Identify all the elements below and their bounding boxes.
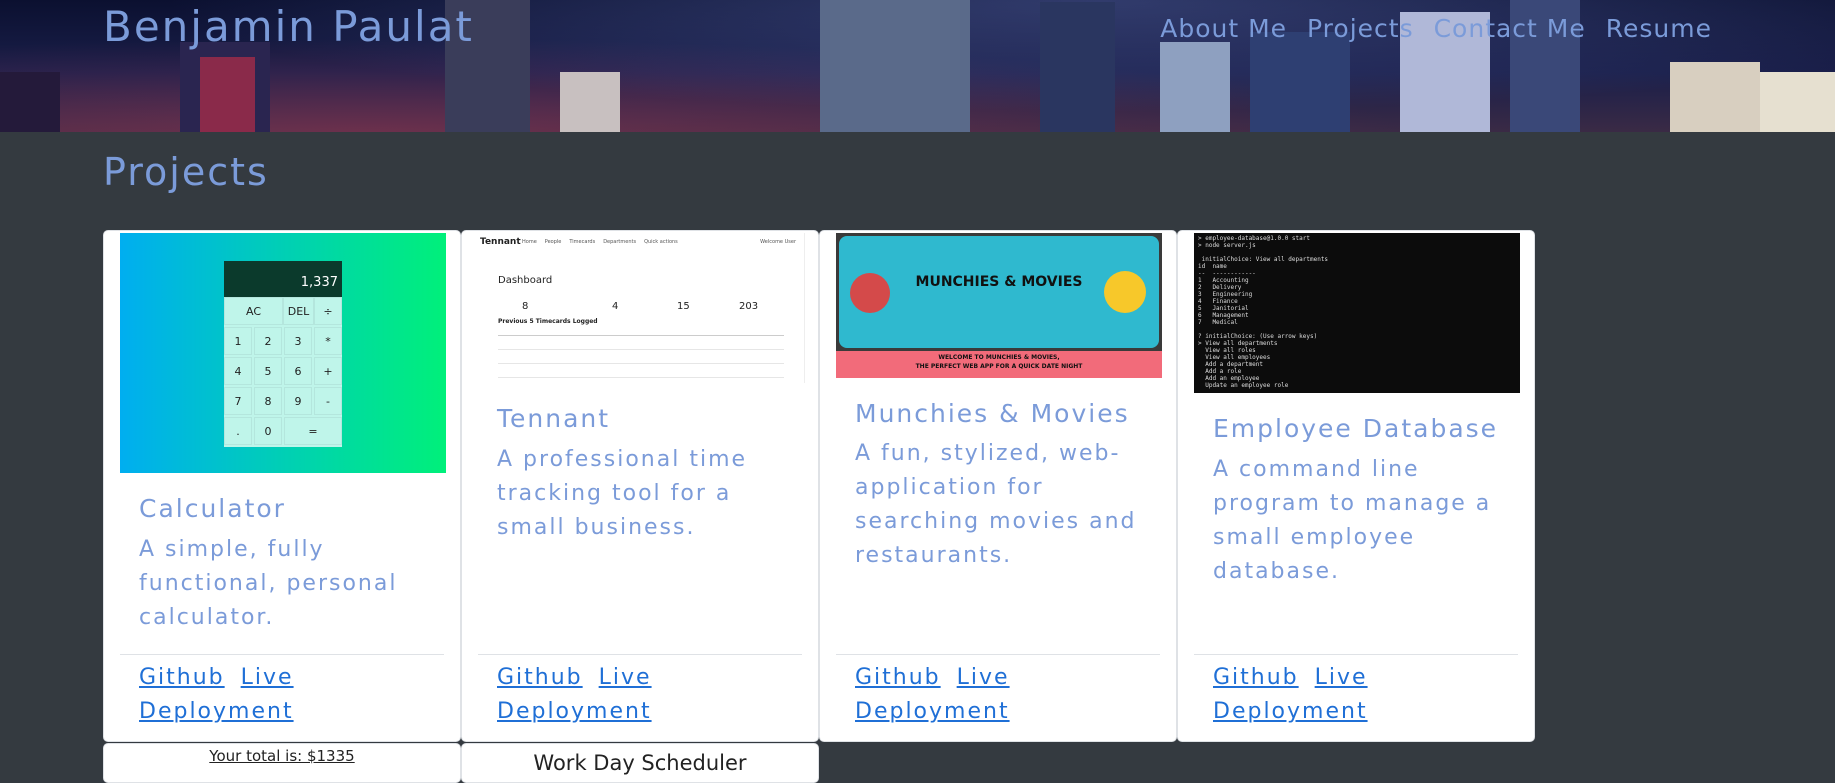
- card-links: Github Live Deployment: [139, 661, 429, 729]
- nav-about-me[interactable]: About Me: [1160, 14, 1287, 43]
- project-card-munchies-movies: MUNCHIES & MOVIES WELCOME TO MUNCHIES & …: [819, 230, 1177, 742]
- nav-contact-me[interactable]: Contact Me: [1434, 14, 1586, 43]
- nav-bar: About Me Projects Contact Me Resume: [1160, 14, 1712, 43]
- tennant-menu: Home People Timecards Departments Quick acti…: [522, 239, 678, 245]
- partial-card-text: Your total is: $1335: [209, 747, 355, 765]
- section-title: Projects: [103, 150, 269, 194]
- project-cards: 1,337 AC DEL ÷ 1 2 3 * 4 5 6 + 7 8 9 - .…: [103, 230, 1535, 742]
- card-divider: [836, 654, 1160, 655]
- card-divider: [478, 654, 802, 655]
- tennant-subheading: Previous 5 Timecards Logged: [498, 318, 598, 325]
- card-links: Github Live Deployment: [855, 661, 1145, 729]
- github-link[interactable]: Github: [1213, 665, 1299, 690]
- project-description: A fun, stylized, web-application for sea…: [855, 441, 1137, 568]
- tennant-brand: Tennant: [480, 237, 521, 247]
- card-divider: [120, 654, 444, 655]
- project-title: Tennant: [497, 404, 611, 433]
- smiley-icon: [1104, 271, 1146, 313]
- popcorn-icon: [850, 273, 890, 313]
- project-title: Employee Database: [1213, 414, 1499, 443]
- tennant-screenshot: Tennant Home People Timecards Departments Qu…: [462, 233, 805, 383]
- project-title: Munchies & Movies: [855, 399, 1130, 428]
- site-title[interactable]: Benjamin Paulat: [103, 2, 474, 51]
- project-description: A command line program to manage a small…: [1213, 457, 1492, 584]
- tennant-welcome: Welcome User: [760, 239, 796, 245]
- github-link[interactable]: Github: [497, 665, 583, 690]
- munchies-movies-screenshot: MUNCHIES & MOVIES WELCOME TO MUNCHIES & …: [836, 233, 1162, 378]
- card-links: Github Live Deployment: [497, 661, 787, 729]
- card-links: Github Live Deployment: [1213, 661, 1503, 729]
- project-card-calculator: 1,337 AC DEL ÷ 1 2 3 * 4 5 6 + 7 8 9 - .…: [103, 230, 461, 742]
- github-link[interactable]: Github: [855, 665, 941, 690]
- nav-projects[interactable]: Projects: [1307, 14, 1414, 43]
- employee-database-screenshot: > employee-database@1.0.0 start > node s…: [1194, 233, 1520, 393]
- project-description: A simple, fully functional, personal cal…: [139, 537, 398, 630]
- project-description: A professional time tracking tool for a …: [497, 447, 748, 540]
- header-banner: Benjamin Paulat About Me Projects Contac…: [0, 0, 1835, 132]
- nav-resume[interactable]: Resume: [1606, 14, 1712, 43]
- partial-card-text: Work Day Scheduler: [533, 751, 747, 775]
- project-card-partial-1: Your total is: $1335: [103, 743, 461, 783]
- github-link[interactable]: Github: [139, 665, 225, 690]
- project-card-tennant: Tennant Home People Timecards Departments Qu…: [461, 230, 819, 742]
- card-divider: [1194, 654, 1518, 655]
- banner-subtitle-2: THE PERFECT WEB APP FOR A QUICK DATE NIG…: [915, 363, 1083, 370]
- project-card-partial-2: Work Day Scheduler: [461, 743, 819, 783]
- calculator-keypad: AC DEL ÷ 1 2 3 * 4 5 6 + 7 8 9 - . 0 =: [224, 297, 342, 447]
- banner-subtitle-1: WELCOME TO MUNCHIES & MOVIES,: [938, 354, 1060, 361]
- project-title: Calculator: [139, 494, 286, 523]
- calculator-display: 1,337: [224, 261, 342, 297]
- tennant-heading: Dashboard: [498, 275, 553, 286]
- project-cards-row-2: Your total is: $1335 Work Day Scheduler: [103, 743, 819, 783]
- project-card-employee-database: > employee-database@1.0.0 start > node s…: [1177, 230, 1535, 742]
- calculator-screenshot: 1,337 AC DEL ÷ 1 2 3 * 4 5 6 + 7 8 9 - .…: [120, 233, 446, 473]
